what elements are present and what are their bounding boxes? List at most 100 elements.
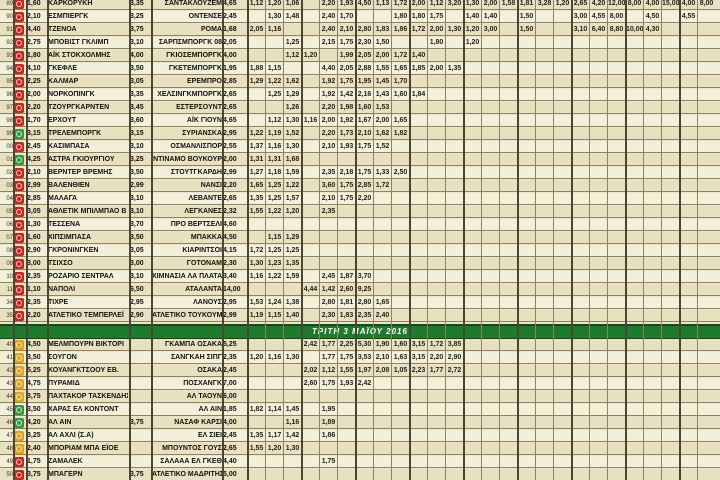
draw-odd-label: 3,45 <box>130 104 144 111</box>
odds-cell <box>248 89 265 101</box>
match-row[interactable]: 35 2,20 ΑΤΛΕΤΙΚΟ ΤΕΜΠΕΡΛΕΪ 2,90 ΑΤΛΕΤΙΚΟ ΤΟΥ… <box>0 310 720 322</box>
odds-cell: 1,25 <box>267 195 282 202</box>
away-team: ΟΣΑΚΑ <box>197 367 222 374</box>
match-row[interactable]: 10 2,35 ΡΟΖΑΡΙΟ ΣΕΝΤΡΑΛ 3,10 ΧΙΜΝΑΣΙΑ ΛΑ ΠΛΑ… <box>0 271 720 283</box>
odds-cell <box>302 352 319 364</box>
draw-odd-label <box>130 404 150 416</box>
match-row[interactable]: 93 1,80 ΑΪΚ ΣΤΟΚΧΟΛΜΗΣ 4,00 ΓΚΙΟΣΕΜΠΟΡΓΚ 4,00… <box>0 50 720 62</box>
odds-cell <box>284 469 301 480</box>
match-row[interactable]: 47 3,25 ΑΛ ΑΧΛΙ (Σ.Α) ΕΛ ΣΙΕΙ 2,45 1,35 1,17 1,… <box>0 430 720 442</box>
match-row[interactable]: 09 3,00 ΤΣΙΧΣΟ 3,00 ΓΟΤΟΝΑΜ 2,30 1,30 1,23 1,35 <box>0 258 720 270</box>
match-row[interactable]: 03 2,99 ΒΑΛΕΝΘΙΕΝ 2,99 ΝΑΝΣΙ 2,20 1,65 1,25 1,22… <box>0 180 720 192</box>
match-row[interactable]: 04 2,85 ΜΑΛΑΓΑ 3,10 ΛΕΒΑΝΤΕ 2,65 1,35 1,25 1,57 2… <box>0 193 720 205</box>
odds-cell: 2,88 <box>357 65 372 72</box>
match-row[interactable]: 00 2,45 ΚΑΣΙΜΠΑΣΑ 3,10 ΟΣΜΑΝΛΙΣΠΟΡ 2,55 1,37 1,… <box>0 141 720 153</box>
match-row[interactable]: 45 3,50 ΧΑΡΑΣ ΕΛ ΚΟΝΤΟΝΤ ΑΛ ΑΙΝ 1,85 1,82 1,14… <box>0 404 720 416</box>
odds-cell <box>518 206 535 218</box>
odds-cell <box>500 443 517 455</box>
draw-odd-label: 3,05 <box>130 247 144 254</box>
odds-cell: 1,75 <box>339 354 354 361</box>
match-row[interactable]: 06 1,30 ΤΕΣΣΕΝΑ 3,70 ΠΡΟ ΒΕΡΤΣΕΛΙ 4,60 <box>0 219 720 231</box>
odds-cell: 1,86 <box>393 26 408 33</box>
odds-cell <box>608 469 625 480</box>
match-row[interactable]: 02 2,10 ΒΕΡΝΤΕΡ ΒΡΕΜΗΣ 3,50 ΣΤΟΥΤΓΚΑΡΔΗ 2,99 1… <box>0 167 720 179</box>
match-row[interactable]: 08 2,90 ΓΚΡΟΝΙΝΓΚΕΝ 3,05 ΚΙΑΡΙΝΤΣΟΙ 4,15 1,72 1… <box>0 245 720 257</box>
match-row[interactable]: 94 4,10 ΓΚΕΦΛΕ 3,50 ΓΚΕΤΕΜΠΟΡΓΚ 1,95 1,88 1,15 4… <box>0 63 720 75</box>
odds-cell <box>410 154 427 166</box>
odds-cell: 1,14 <box>267 406 282 413</box>
home-team: ΤΙΧΡΕ <box>48 299 69 306</box>
odds-cell: 1,55 <box>375 65 390 72</box>
status-badge-icon <box>14 418 24 428</box>
odds-cell <box>536 352 553 364</box>
match-row[interactable]: 49 1,75 ΖΑΜΑΛΕΚ ΣΑΛΑΑΑ ΕΛ ΓΚΕΘ 4,40 1,75 <box>0 456 720 468</box>
away-team: ΑΛ ΤΑΟΥΝ <box>186 393 222 400</box>
odds-cell <box>608 128 625 140</box>
draw-odd-label: 3,10 <box>130 39 144 46</box>
odds-cell <box>428 50 445 62</box>
status-badge-icon <box>14 64 24 74</box>
match-row[interactable]: 90 2,10 ΕΣΜΠΙΕΡΓΚ 3,25 ΟΝΤΕΝΣΕ 2,45 1,30 1,48 2,… <box>0 11 720 23</box>
away-odd-label: 4,65 <box>223 117 237 124</box>
match-row[interactable]: 01 4,25 ΑΣΤΡΑ ΓΚΙΟΥΡΓΙΟΥ 3,25 ΝΤΙΝΑΜΟ ΒΟΥΚΟΥ… <box>0 154 720 166</box>
match-row[interactable]: 99 3,15 ΤΡΕΛΕΜΠΟΡΓΚ 3,15 ΣΥΡΙΑΝΣΚΑ 2,95 1,22 1,… <box>0 128 720 140</box>
match-row[interactable]: 91 4,40 ΤΖΕΝΟΑ 3,75 ΡΟΜΑ 1,68 2,05 1,16 2,40 2,10… <box>0 24 720 36</box>
match-row[interactable]: 92 2,75 ΜΠΟΒΙΣΤ ΓΚΛΙΜΠ 3,10 ΣΑΡΠΣΜΠΟΡΓΚ 08 2,… <box>0 37 720 49</box>
match-row[interactable]: 89 1,60 ΚΑΡΚΟΡΥΚΗ 3,35 ΣΑΝΤΑΚΛΟΥΖΕΜ 4,65 1,12 1… <box>0 0 720 10</box>
odds-cell <box>662 154 679 166</box>
odds-cell <box>500 11 517 23</box>
match-row[interactable]: 97 2,20 ΤΖΟΥΡΓΚΑΡΝΤΕΝ 3,45 ΕΣΤΕΡΣΟΥΝΤ 2,65 1,2… <box>0 102 720 114</box>
match-row[interactable]: 41 3,50 ΣΟΥΓΟΝ ΣΑΝΓΚΑΗ ΣΙΠΓ 2,35 1,20 1,16 1,30… <box>0 352 720 364</box>
odds-cell <box>374 469 391 480</box>
odds-cell: 3,15 <box>411 341 426 348</box>
match-row[interactable]: 42 5,25 ΚΟΥΑΝΓΚΤΣΟΟΥ ΕΒ. ΟΣΑΚΑ 2,45 2,02 1,12 1… <box>0 365 720 377</box>
odds-cell <box>572 365 589 377</box>
match-row[interactable]: 98 1,70 ΕΡΧΟΥΤ 3,60 ΑΪΚ ΓΙΟΥΝ 4,65 1,12 1,30 1,1… <box>0 115 720 127</box>
odds-cell <box>644 258 661 270</box>
match-row[interactable]: 34 2,35 ΤΙΧΡΕ 2,95 ΛΑΝΟΥΣ 2,95 1,53 1,24 1,38 2,8… <box>0 297 720 309</box>
match-code: 94 <box>6 66 13 72</box>
odds-cell <box>662 245 679 257</box>
odds-cell <box>284 339 301 351</box>
match-row[interactable]: 95 2,25 ΚΑΛΜΑΡ 3,05 ΕΡΕΜΠΡΟ 2,85 1,29 1,22 1,62 1… <box>0 76 720 88</box>
match-row[interactable]: 07 1,60 ΧΙΠΣΙΜΠΑΣΑ 3,50 ΜΠΑΚΚΑ 4,50 1,15 1,29 <box>0 232 720 244</box>
odds-cell <box>554 24 571 36</box>
odds-cell: 5,30 <box>357 341 372 348</box>
match-row[interactable]: 05 3,05 ΑΘΛΕΤΙΚ ΜΠΙΛΜΠΑΟ Β 3,10 ΛΕΓΚΑΝΕΣ 2,32… <box>0 206 720 218</box>
odds-cell: 4,55 <box>591 13 606 20</box>
odds-cell <box>446 102 463 114</box>
odds-cell: 1,12 <box>267 117 282 124</box>
odds-cell <box>554 469 571 480</box>
match-row[interactable]: 43 4,75 ΠΥΡΑΜΙΔ ΠΟΣΧΑΝΓΚ 7,00 2,60 1,75 1,93 2,4… <box>0 378 720 390</box>
odds-cell: 1,35 <box>447 65 462 72</box>
odds-cell: 1,33 <box>375 169 390 176</box>
odds-cell <box>392 469 409 480</box>
odds-cell <box>698 404 715 416</box>
status-badge-icon <box>14 142 24 152</box>
odds-cell <box>374 378 391 390</box>
odds-cell <box>698 102 715 114</box>
odds-cell <box>248 37 265 49</box>
match-row[interactable]: 50 3,75 ΜΠΑΓΕΡΝ 3,75 ΑΤΛΕΤΙΚΟ ΜΑΔΡΙΤΗΣ 5,00 <box>0 469 720 480</box>
match-row[interactable]: 46 4,20 ΑΛ ΑΙΝ 3,75 ΝΑΣΑΦ ΚΑΡΣΙ 4,00 1,16 1,89 <box>0 417 720 429</box>
match-row[interactable]: 48 2,40 ΜΠΟΡΙΑΜ ΜΠΑ ΕΪΟΕ ΜΠΟΥΝΤΟΣ ΓΟΥΣ 2,65 1… <box>0 443 720 455</box>
odds-cell <box>482 417 499 429</box>
odds-cell <box>572 469 589 480</box>
odds-cell <box>608 297 625 309</box>
odds-cell: 1,29 <box>249 78 264 85</box>
odds-cell: 1,55 <box>339 367 354 374</box>
odds-cell <box>446 404 463 416</box>
match-row[interactable]: 44 3,75 ΠΑΧΤΑΚΟΡ ΤΑΣΚΕΝΔΗΣ ΑΛ ΤΑΟΥΝ 6,00 <box>0 391 720 403</box>
away-odd-label: 7,00 <box>223 380 237 387</box>
status-badge-icon <box>14 246 24 256</box>
odds-cell: 2,35 <box>321 169 336 176</box>
match-row[interactable]: 96 2,00 ΝΟΡΚΟΠΙΝΓΚ 3,35 ΧΕΛΣΙΝΓΚΜΠΟΡΓΚ 2,65 1,… <box>0 89 720 101</box>
odds-cell <box>626 310 643 322</box>
odds-cell <box>464 404 481 416</box>
draw-odd-label: 3,75 <box>130 471 144 478</box>
match-row[interactable]: 40 4,50 ΜΕΛΜΠΟΥΡΝ ΒΙΚΤΟΡΙ ΓΚΑΜΠΑ ΟΣΑΚΑ 5,25 2… <box>0 339 720 351</box>
match-row[interactable]: 11 1,10 ΝΑΠΟΛΙ 6,50 ΑΤΑΛΑΝΤΑ 14,00 4,44 1,42 2,6… <box>0 284 720 296</box>
odds-cell <box>374 271 391 283</box>
odds-cell <box>464 115 481 127</box>
odds-cell <box>464 352 481 364</box>
